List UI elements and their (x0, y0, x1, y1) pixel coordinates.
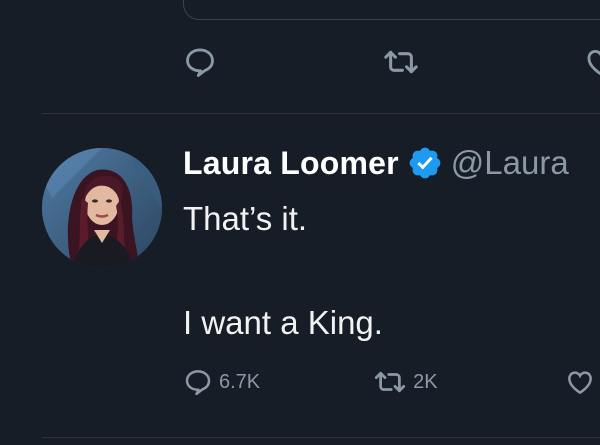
tweet-divider (42, 113, 600, 114)
tweet-text-line: That’s it. (183, 200, 308, 237)
author-handle[interactable]: @Laura (451, 144, 569, 182)
like-icon (567, 371, 592, 395)
like-button[interactable] (584, 45, 600, 79)
reply-button[interactable]: 6.7K (183, 367, 260, 397)
tweet-actions: 6.7K 2K (183, 362, 595, 402)
retweet-count: 2K (413, 370, 438, 393)
retweet-icon (384, 50, 418, 74)
reply-icon (186, 48, 214, 77)
display-name[interactable]: Laura Loomer (183, 145, 399, 182)
tweet-header: Laura Loomer @Laura (183, 140, 569, 186)
tweet-text-line (183, 245, 383, 297)
retweet-button[interactable] (383, 45, 419, 79)
tweet-text: That’s it. I want a King. (183, 193, 383, 349)
tweet-text-line: I want a King. (183, 304, 383, 341)
retweet-icon (375, 371, 406, 393)
reply-count: 6.7K (219, 370, 261, 393)
profile-photo (42, 148, 162, 268)
timeline: Laura Loomer @Laura That’s it. I want a … (0, 0, 600, 445)
retweet-button[interactable]: 2K (373, 367, 438, 397)
reply-button[interactable] (183, 45, 217, 79)
quoted-tweet-card[interactable] (183, 0, 600, 20)
reply-icon (185, 370, 211, 396)
tweet-divider (42, 437, 600, 438)
like-icon (587, 50, 600, 76)
verified-badge-icon (407, 145, 443, 181)
previous-tweet-actions (183, 42, 600, 82)
like-button[interactable] (565, 367, 595, 397)
avatar[interactable] (42, 148, 162, 268)
